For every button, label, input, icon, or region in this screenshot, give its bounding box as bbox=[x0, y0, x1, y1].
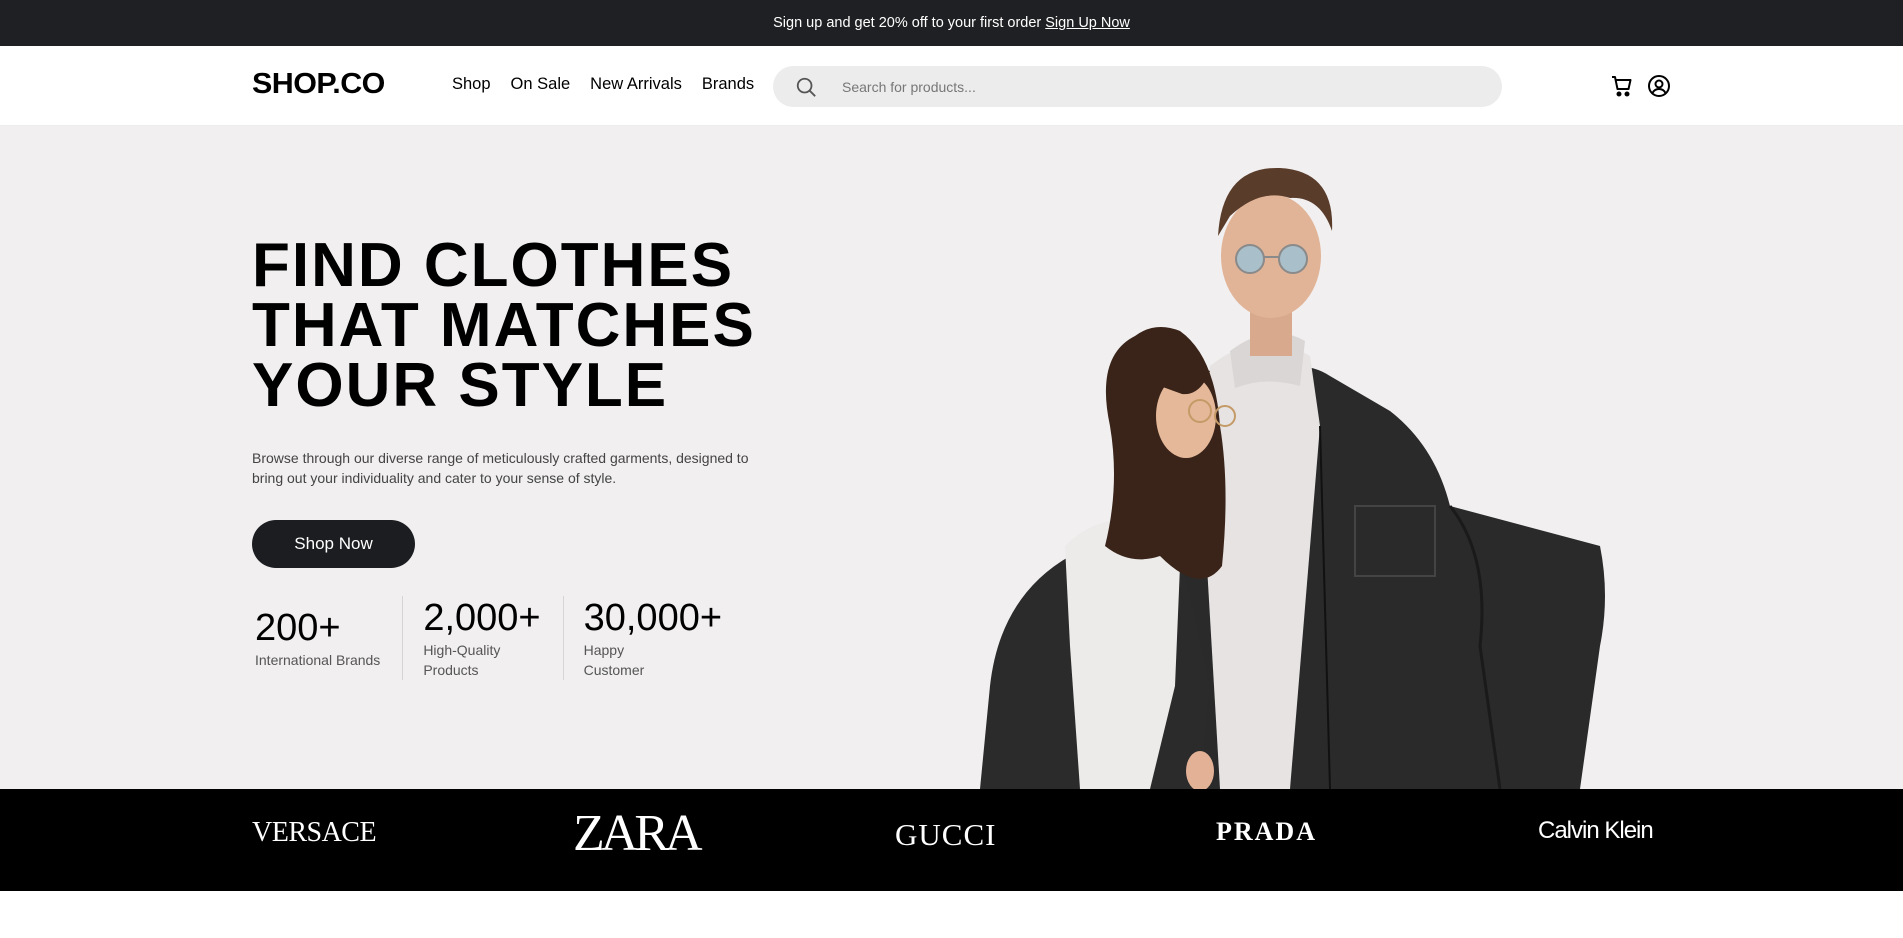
nav-brands[interactable]: Brands bbox=[702, 75, 754, 94]
stat-products: 2,000+ High-Quality Products bbox=[402, 596, 562, 680]
hero-section: FIND CLOTHES THAT MATCHES YOUR STYLE Bro… bbox=[0, 126, 1903, 789]
hero-title-line: THAT MATCHES bbox=[252, 291, 756, 360]
shop-now-button[interactable]: Shop Now bbox=[252, 520, 415, 568]
hero-title: FIND CLOTHES THAT MATCHES YOUR STYLE bbox=[252, 231, 872, 420]
stat-brands: 200+ International Brands bbox=[252, 596, 402, 680]
next-section bbox=[0, 891, 1903, 938]
brands-strip: VERSACE ZARA GUCCI PRADA Calvin Klein bbox=[0, 789, 1903, 891]
hero-title-line: FIND CLOTHES bbox=[252, 231, 735, 300]
cart-icon[interactable] bbox=[1610, 74, 1634, 98]
stat-label: Happy Customer bbox=[583, 642, 645, 678]
search-bar[interactable] bbox=[773, 66, 1502, 107]
account-icon[interactable] bbox=[1647, 74, 1671, 98]
stat-label: International Brands bbox=[255, 652, 381, 668]
brand-zara[interactable]: ZARA bbox=[573, 808, 703, 860]
promo-text: Sign up and get 20% off to your first or… bbox=[773, 15, 1042, 31]
stat-label: High-Quality Products bbox=[423, 642, 501, 678]
brand-prada[interactable]: PRADA bbox=[1216, 817, 1317, 847]
nav-on-sale[interactable]: On Sale bbox=[511, 75, 571, 94]
main-nav: Shop On Sale New Arrivals Brands bbox=[452, 75, 774, 94]
hero-title-line: YOUR STYLE bbox=[252, 351, 669, 420]
brand-gucci[interactable]: GUCCI bbox=[895, 817, 996, 853]
promo-bar: Sign up and get 20% off to your first or… bbox=[0, 0, 1903, 46]
stat-value: 200+ bbox=[255, 607, 341, 649]
search-icon bbox=[795, 76, 817, 98]
sign-up-link[interactable]: Sign Up Now bbox=[1045, 15, 1130, 31]
hero-image bbox=[980, 167, 1605, 789]
nav-new-arrivals[interactable]: New Arrivals bbox=[590, 75, 682, 94]
header: SHOP.CO Shop On Sale New Arrivals Brands bbox=[0, 46, 1903, 126]
brand-calvin-klein[interactable]: Calvin Klein bbox=[1538, 817, 1654, 845]
stat-value: 30,000+ bbox=[583, 597, 723, 639]
brand-versace[interactable]: VERSACE bbox=[252, 817, 377, 849]
stat-value: 2,000+ bbox=[423, 597, 541, 639]
hero-description: Browse through our diverse range of meti… bbox=[252, 450, 749, 486]
stats: 200+ International Brands 2,000+ High-Qu… bbox=[252, 596, 744, 680]
logo[interactable]: SHOP.CO bbox=[252, 68, 385, 101]
nav-shop[interactable]: Shop bbox=[452, 75, 491, 94]
stat-customers: 30,000+ Happy Customer bbox=[562, 596, 744, 680]
header-actions bbox=[1610, 74, 1671, 98]
search-input[interactable] bbox=[842, 78, 1442, 95]
